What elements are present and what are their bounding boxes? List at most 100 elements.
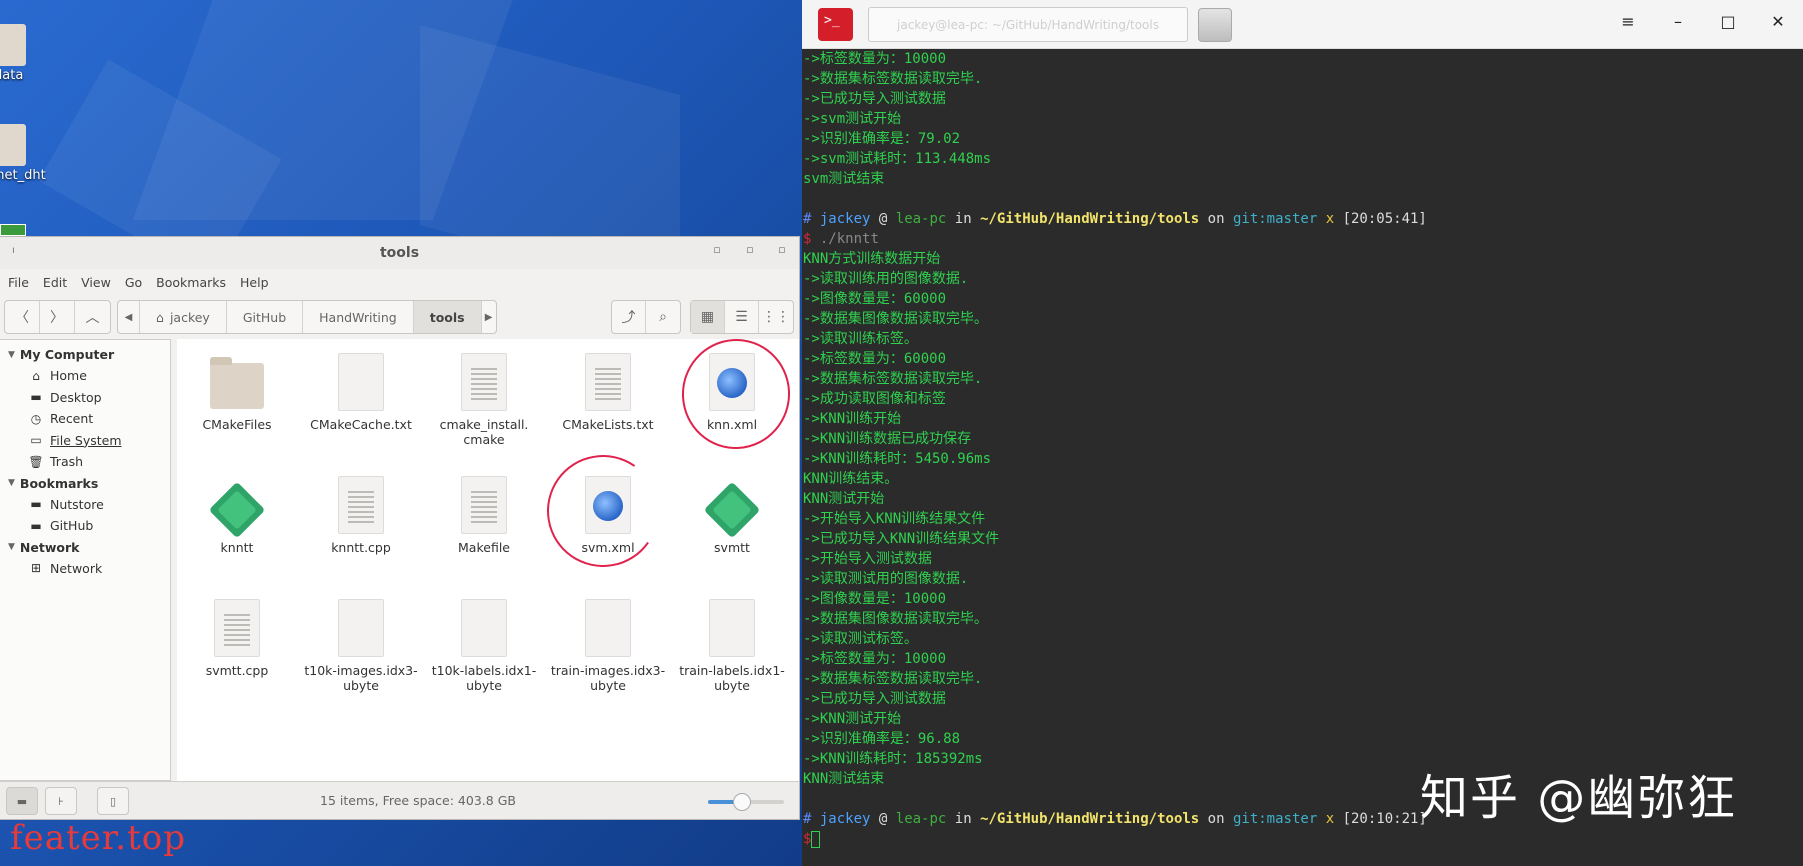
hide-sidebar-button[interactable]: ▯: [97, 787, 129, 815]
text-file-icon: [214, 599, 260, 657]
file-item-svmtt-cpp[interactable]: svmtt.cpp: [177, 597, 297, 678]
search-button[interactable]: ⌕: [646, 301, 680, 333]
maximize-icon[interactable]: ▫: [742, 243, 758, 259]
input-line[interactable]: $: [803, 829, 1803, 849]
zhihu-watermark: 知乎 @幽弥狂: [1420, 770, 1738, 826]
up-button[interactable]: ︿: [75, 301, 110, 333]
text-file-icon: [461, 476, 507, 534]
output-block-svm: ->标签数量为：10000 ->数据集标签数据读取完毕. ->已成功导入测试数据 ->…: [803, 49, 1803, 209]
menu-help[interactable]: Help: [240, 275, 269, 290]
location-button[interactable]: ⤴: [612, 301, 646, 333]
menu-view[interactable]: View: [81, 275, 111, 290]
menu-go[interactable]: Go: [125, 275, 142, 290]
close-icon[interactable]: ▫: [774, 243, 790, 259]
expand-triangle-icon: ▼: [8, 349, 15, 360]
file-item-cmakecache[interactable]: CMakeCache.txt: [301, 351, 421, 432]
breadcrumb-tools[interactable]: tools: [413, 301, 482, 333]
executable-icon: [703, 481, 761, 539]
breadcrumb-github[interactable]: GitHub: [227, 301, 304, 333]
icon-view-button[interactable]: ▦: [691, 301, 725, 333]
file-icon: [338, 353, 384, 411]
sidebar-item-recent[interactable]: ◷ Recent: [0, 408, 170, 430]
file-item-cmakelists[interactable]: CMakeLists.txt: [548, 351, 668, 432]
new-tab-button[interactable]: [1198, 8, 1232, 42]
compact-view-button[interactable]: ⋮⋮: [759, 301, 793, 333]
minimize-icon[interactable]: –: [1668, 12, 1688, 31]
sidebar-item-label: File System: [50, 432, 122, 448]
terminal-title-bar[interactable]: >_ jackey@lea-pc: ~/GitHub/HandWriting/t…: [802, 0, 1803, 49]
maximize-icon[interactable]: □: [1718, 12, 1738, 31]
file-name: Makefile: [458, 540, 510, 555]
file-item-cmake-install[interactable]: cmake_install. cmake: [424, 351, 544, 447]
terminal-output[interactable]: ->标签数量为：10000 ->数据集标签数据读取完毕. ->已成功导入测试数据 ->…: [802, 49, 1803, 866]
breadcrumb-jackey[interactable]: ⌂ jackey: [140, 301, 227, 333]
zoom-slider[interactable]: [708, 793, 784, 811]
file-name: CMakeLists.txt: [562, 417, 654, 432]
forward-button[interactable]: 〉: [40, 301, 75, 333]
file-item-train-labels[interactable]: train-labels.idx1- ubyte: [672, 597, 792, 693]
executable-icon: [208, 481, 266, 539]
output-line: ->数据集标签数据读取完毕.: [803, 371, 983, 387]
breadcrumb-right-button[interactable]: ▶: [482, 301, 496, 333]
sidebar-item-label: Network: [50, 560, 103, 576]
file-item-makefile[interactable]: Makefile: [424, 474, 544, 555]
menu-edit[interactable]: Edit: [43, 275, 67, 290]
output-line: ->已成功导入KNN训练结果文件: [803, 531, 1000, 547]
file-item-knntt-cpp[interactable]: knntt.cpp: [301, 474, 421, 555]
sidebar-item-home[interactable]: ⌂ Home: [0, 365, 170, 387]
drive-icon: ▭: [30, 433, 42, 448]
expand-triangle-icon: ▼: [8, 542, 15, 552]
breadcrumb-handwriting[interactable]: HandWriting: [303, 301, 414, 333]
breadcrumb-left-button[interactable]: ◀: [118, 301, 140, 333]
sidebar-section-my-computer[interactable]: ▼ My Computer: [0, 344, 170, 365]
sidebar-item-file-system[interactable]: ▭ File System: [0, 430, 170, 452]
navigation-buttons: 〈 〉 ︿: [4, 300, 111, 334]
sidebar-section-network[interactable]: ▼ Network: [0, 537, 170, 558]
file-item-t10k-images[interactable]: t10k-images.idx3- ubyte: [301, 597, 421, 693]
desktop-icon-data[interactable]: data: [0, 24, 74, 83]
show-tree-button[interactable]: ⊦: [45, 787, 77, 815]
sidebar-item-desktop[interactable]: ▬ Desktop: [0, 387, 170, 409]
back-button[interactable]: 〈: [5, 301, 40, 333]
file-item-train-images[interactable]: train-images.idx3- ubyte: [548, 597, 668, 693]
output-line: ->KNN测试开始: [803, 711, 902, 727]
sidebar-item-trash[interactable]: 🗑 Trash: [0, 451, 170, 473]
file-name: svmtt.cpp: [205, 663, 269, 678]
sidebar-item-network[interactable]: ⊞ Network: [0, 558, 170, 580]
file-item-svmtt[interactable]: svmtt: [672, 474, 792, 555]
output-line: KNN方式训练数据开始: [803, 251, 941, 267]
close-icon[interactable]: ✕: [1768, 12, 1788, 31]
minimize-icon[interactable]: ▫: [709, 243, 725, 259]
action-buttons: ⤴ ⌕: [611, 300, 681, 334]
folder-icon: ▬: [30, 518, 42, 533]
output-line: ->图像数量是：60000: [803, 291, 947, 307]
list-view-button[interactable]: ☰: [725, 301, 759, 333]
desktop-icon-gnet-dht[interactable]: gnet_dht: [0, 124, 74, 183]
file-name: t10k-labels.idx1- ubyte: [431, 663, 537, 693]
show-places-button[interactable]: ▬: [6, 787, 38, 815]
compact-icon: ⋮⋮: [762, 309, 790, 325]
output-line: ->识别准确率是：79.02: [803, 131, 961, 147]
output-line: svm测试结束: [803, 171, 885, 187]
zoom-slider-handle[interactable]: [733, 793, 752, 811]
menu-icon[interactable]: ≡: [1618, 12, 1638, 31]
output-line: KNN训练结束。: [803, 471, 899, 487]
sidebar-section-bookmarks[interactable]: ▼ Bookmarks: [0, 473, 170, 494]
menu-file[interactable]: File: [8, 275, 29, 290]
terminal-app-icon[interactable]: >_: [818, 8, 853, 41]
file-item-t10k-labels[interactable]: t10k-labels.idx1- ubyte: [424, 597, 544, 693]
command-line: $ ./knntt: [803, 231, 879, 247]
log-icon[interactable]: [0, 224, 26, 236]
output-line: ->KNN训练耗时：5450.96ms: [803, 451, 992, 467]
sidebar-section-title: My Computer: [19, 347, 115, 362]
sidebar-item-nutstore[interactable]: ▬ Nutstore: [0, 494, 170, 516]
file-item-knntt[interactable]: knntt: [177, 474, 297, 555]
file-grid: CMakeFiles CMakeCache.txt cmake_install.…: [177, 332, 799, 781]
title-bar[interactable]: ı tools ▫ ▫ ▫: [0, 237, 799, 269]
menu-bookmarks[interactable]: Bookmarks: [156, 275, 226, 290]
terminal-tab[interactable]: jackey@lea-pc: ~/GitHub/HandWriting/tool…: [868, 7, 1188, 42]
sidebar-section-title: Network: [19, 539, 80, 555]
annotation-circle-svm-xml: [538, 446, 668, 576]
sidebar-item-github[interactable]: ▬ GitHub: [0, 515, 170, 537]
file-item-cmakefiles[interactable]: CMakeFiles: [177, 351, 297, 432]
